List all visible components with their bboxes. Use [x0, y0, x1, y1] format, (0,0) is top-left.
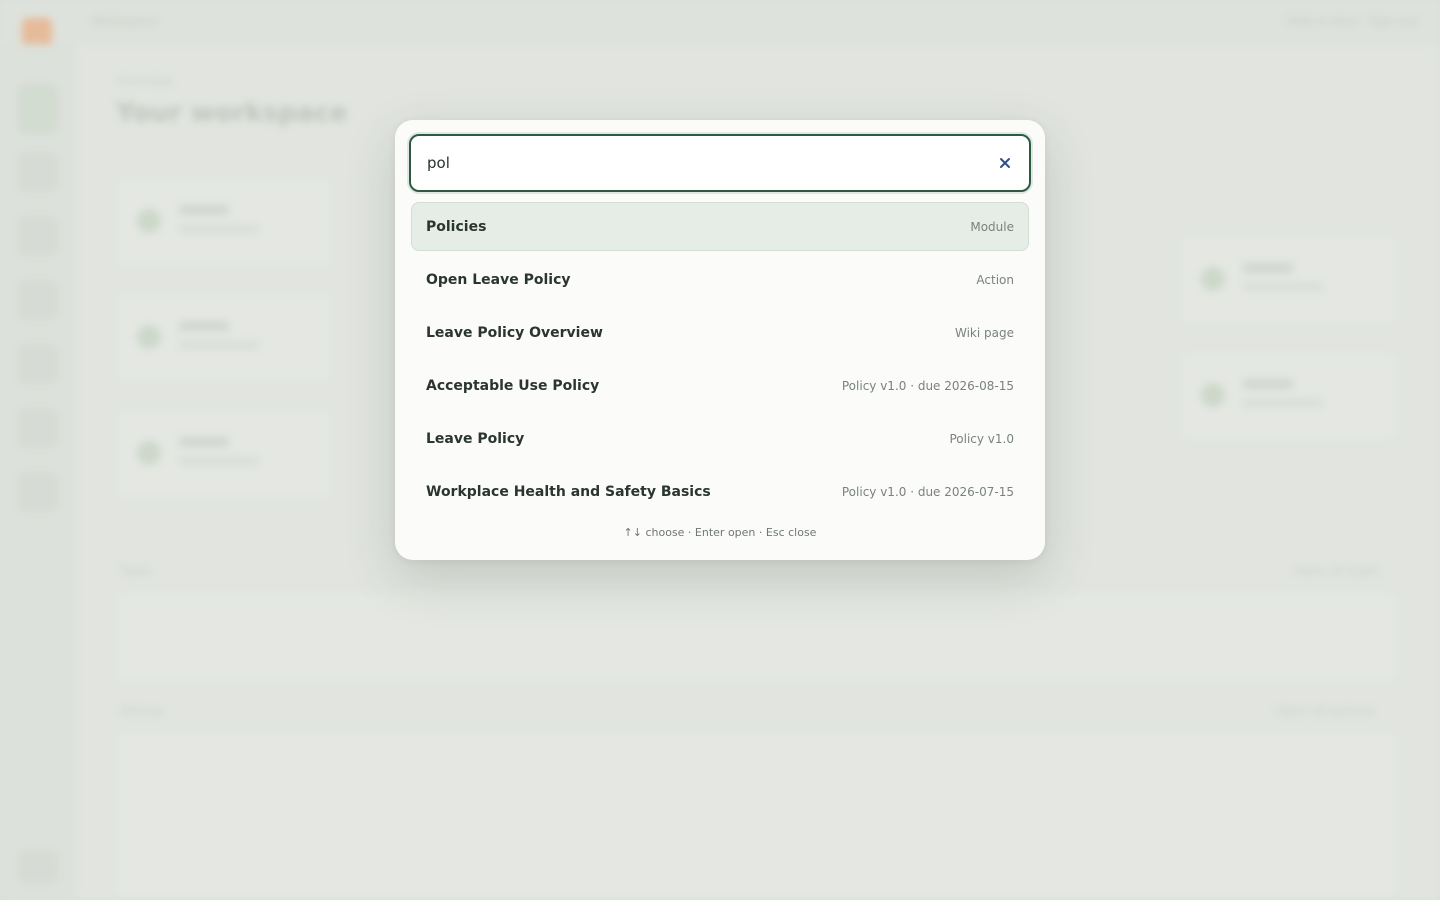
result-label: Acceptable Use Policy [426, 377, 600, 394]
search-input[interactable] [425, 136, 985, 190]
result-item-workplace-health-and-safety-basics[interactable]: Workplace Health and Safety Basics Polic… [411, 467, 1029, 516]
search-field [409, 134, 1031, 192]
close-icon [999, 154, 1011, 173]
result-label: Policies [426, 218, 487, 235]
result-meta: Action [976, 272, 1014, 287]
result-item-open-leave-policy[interactable]: Open Leave Policy Action [411, 255, 1029, 304]
results-list: Policies Module Open Leave Policy Action… [411, 202, 1029, 520]
result-item-leave-policy[interactable]: Leave Policy Policy v1.0 [411, 414, 1029, 463]
result-item-leave-policy-overview[interactable]: Leave Policy Overview Wiki page [411, 308, 1029, 357]
command-palette: Policies Module Open Leave Policy Action… [395, 120, 1045, 560]
result-label: Workplace Health and Safety Basics [426, 483, 711, 500]
keyboard-hint: ↑↓ choose · Enter open · Esc close [623, 526, 817, 539]
result-item-acceptable-use-policy[interactable]: Acceptable Use Policy Policy v1.0 · due … [411, 361, 1029, 410]
result-meta: Policy v1.0 · due 2026-07-15 [841, 484, 1014, 499]
result-meta: Policy v1.0 · due 2026-08-15 [841, 378, 1014, 393]
result-label: Open Leave Policy [426, 271, 571, 288]
result-meta: Policy v1.0 [949, 431, 1014, 446]
clear-search-button[interactable] [993, 151, 1017, 175]
result-meta: Wiki page [954, 325, 1014, 340]
result-label: Leave Policy Overview [426, 324, 603, 341]
result-label: Leave Policy [426, 430, 525, 447]
result-meta: Module [970, 219, 1014, 234]
result-item-policies[interactable]: Policies Module [411, 202, 1029, 251]
